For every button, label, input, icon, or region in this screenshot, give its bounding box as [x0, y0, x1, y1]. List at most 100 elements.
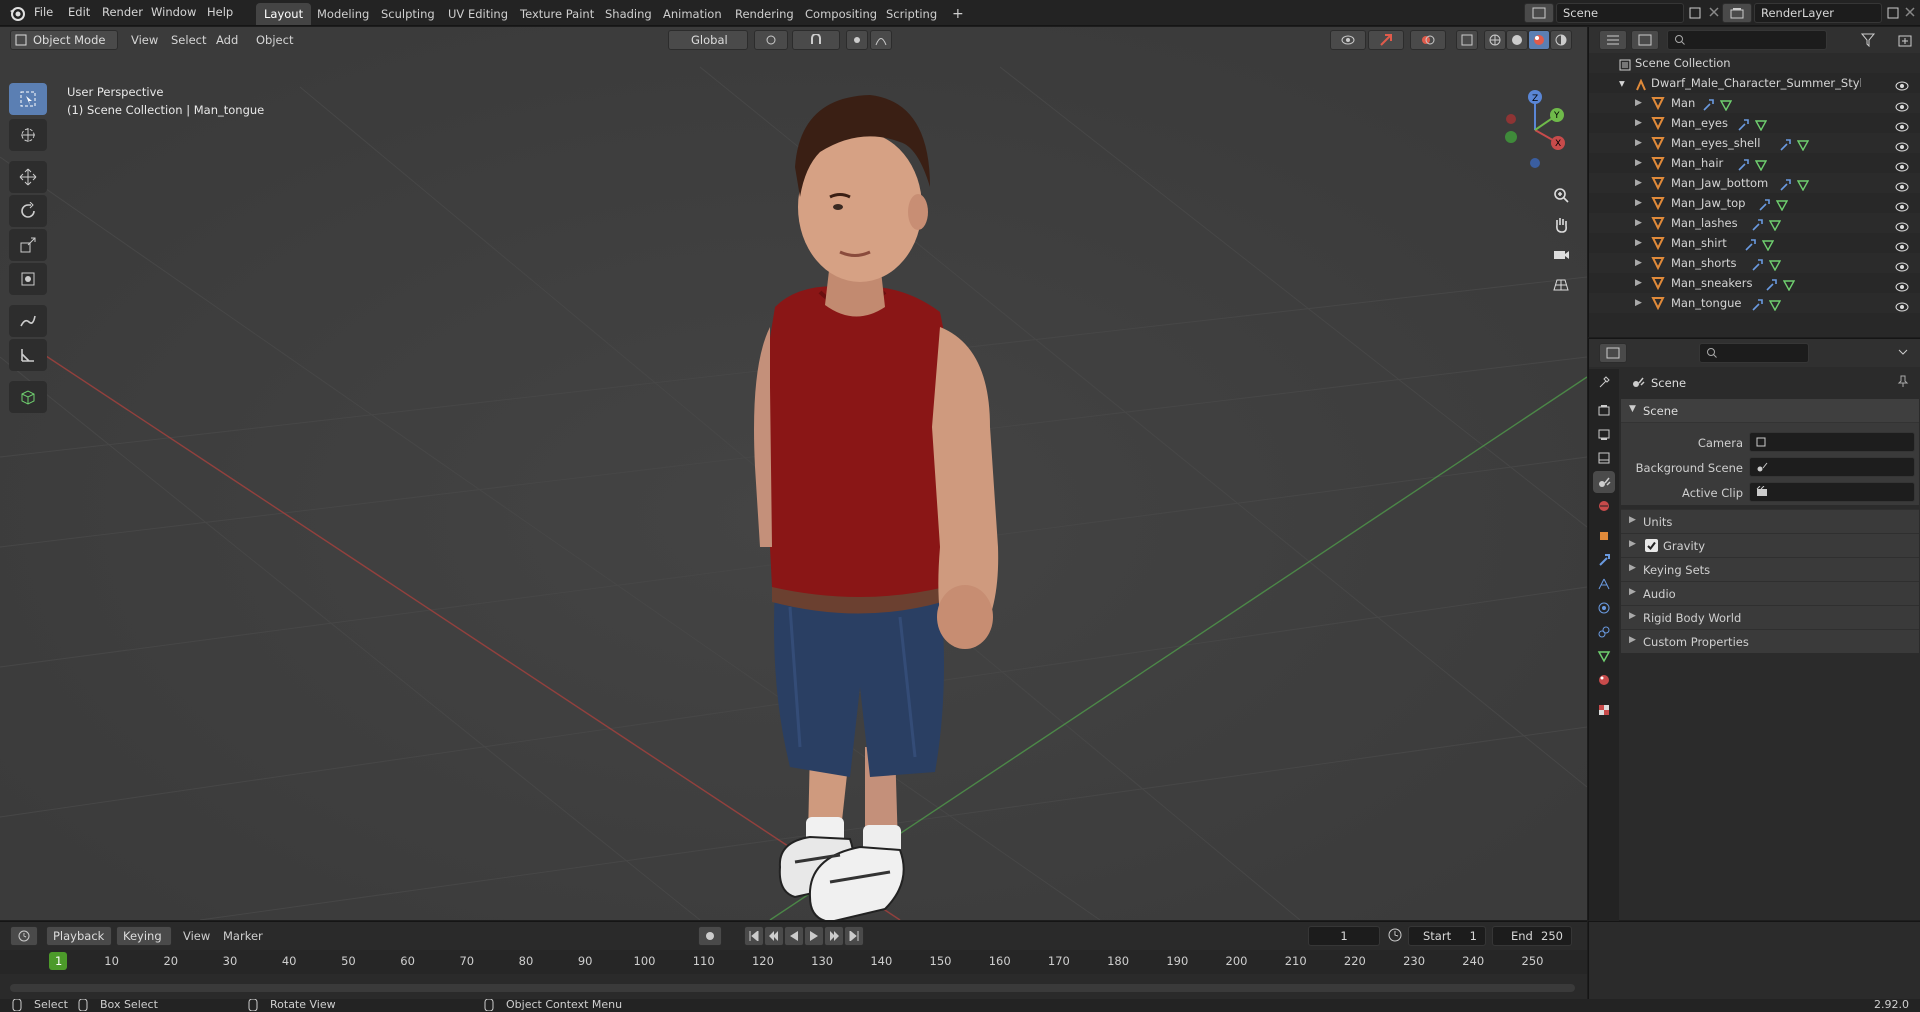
select-box-tool-icon[interactable] [9, 83, 47, 115]
subpanel-expand-arrow-icon[interactable]: ▶ [1629, 611, 1636, 621]
view-layer-tab-icon[interactable] [1593, 447, 1615, 469]
new-collection-icon[interactable] [1897, 32, 1913, 51]
delete-scene-icon[interactable] [1708, 6, 1720, 21]
menu-window[interactable]: Window [151, 5, 196, 19]
snap-icon[interactable] [792, 30, 840, 50]
keying-sets-subpanel[interactable]: Keying Sets [1621, 557, 1919, 581]
tab-texture-paint[interactable]: Texture Paint [512, 3, 602, 25]
render-tab-icon[interactable] [1593, 399, 1615, 421]
expand-arrow-icon[interactable]: ▶ [1635, 93, 1642, 113]
menu-file[interactable]: File [34, 5, 53, 19]
expand-arrow-icon[interactable]: ▶ [1635, 273, 1642, 293]
properties-options-chevron-icon[interactable] [1897, 346, 1909, 361]
tab-sculpting[interactable]: Sculpting [373, 3, 443, 25]
scene-panel-header[interactable]: Scene [1621, 399, 1919, 423]
rigid-body-world-subpanel[interactable]: Rigid Body World [1621, 605, 1919, 629]
outliner-item-man-jaw-bottom[interactable]: ▶ Man_Jaw_bottom [1589, 173, 1920, 193]
expand-arrow-icon[interactable]: ▶ [1635, 153, 1642, 173]
units-subpanel[interactable]: Units [1621, 509, 1919, 533]
outliner-item-man-tongue[interactable]: ▶ Man_tongue [1589, 293, 1920, 313]
preview-range-clock-icon[interactable] [1388, 928, 1402, 945]
transform-tool-icon[interactable] [9, 263, 47, 295]
tab-scripting[interactable]: Scripting [878, 3, 945, 25]
outliner-item-man-jaw-top[interactable]: ▶ Man_Jaw_top [1589, 193, 1920, 213]
properties-search-input[interactable] [1699, 343, 1809, 363]
show-overlays-icon[interactable] [1410, 30, 1446, 50]
zoom-view-icon[interactable] [1547, 181, 1575, 209]
background-scene-field[interactable] [1749, 457, 1915, 477]
outliner-item-man-eyes-shell[interactable]: ▶ Man_eyes_shell [1589, 133, 1920, 153]
keying-menu[interactable]: Keying [116, 926, 172, 946]
expand-arrow-icon[interactable]: ▶ [1635, 193, 1642, 213]
annotate-tool-icon[interactable] [9, 305, 47, 337]
expand-arrow-icon[interactable]: ▶ [1635, 213, 1642, 233]
expand-arrow-icon[interactable]: ▶ [1635, 233, 1642, 253]
particles-tab-icon[interactable] [1593, 573, 1615, 595]
outliner-search-input[interactable] [1667, 30, 1827, 50]
timeline-editor-type-icon[interactable] [10, 926, 38, 946]
tab-rendering[interactable]: Rendering [727, 3, 802, 25]
solid-shading-icon[interactable] [1506, 30, 1528, 50]
custom-properties-subpanel[interactable]: Custom Properties [1621, 629, 1919, 653]
scene-name-field[interactable]: Scene [1556, 3, 1684, 23]
delete-view-layer-icon[interactable] [1904, 6, 1916, 21]
viewport-menu-select[interactable]: Select [171, 33, 206, 47]
menu-edit[interactable]: Edit [68, 5, 90, 19]
menu-help[interactable]: Help [207, 5, 233, 19]
play-reverse-icon[interactable] [784, 926, 804, 946]
audio-subpanel[interactable]: Audio [1621, 581, 1919, 605]
scene-browse-icon[interactable] [1524, 3, 1554, 23]
expand-arrow-icon[interactable]: ▶ [1635, 133, 1642, 153]
proportional-editing-icon[interactable] [846, 30, 868, 50]
subpanel-expand-arrow-icon[interactable]: ▶ [1629, 587, 1636, 597]
xray-toggle-icon[interactable] [1456, 30, 1478, 50]
tool-tab-icon[interactable] [1593, 371, 1615, 393]
pivot-point-icon[interactable] [754, 30, 788, 50]
object-tab-icon[interactable] [1593, 525, 1615, 547]
next-keyframe-icon[interactable] [824, 926, 844, 946]
display-mode-icon[interactable] [1631, 30, 1659, 50]
editor-type-icon[interactable] [1599, 30, 1627, 50]
blender-logo-icon[interactable] [8, 4, 26, 25]
outliner-item-man-shirt[interactable]: ▶ Man_shirt [1589, 233, 1920, 253]
add-workspace-button[interactable]: + [944, 3, 972, 25]
tab-uv-editing[interactable]: UV Editing [440, 3, 516, 25]
frame-end-field[interactable]: End 250 [1492, 926, 1572, 946]
show-gizmo-icon[interactable] [1368, 30, 1404, 50]
menu-render[interactable]: Render [102, 5, 143, 19]
view-layer-field[interactable]: RenderLayer [1754, 3, 1882, 23]
new-view-layer-icon[interactable] [1886, 6, 1900, 23]
timeline-view-menu[interactable]: View [183, 929, 210, 943]
cursor-tool-icon[interactable] [9, 119, 47, 151]
scale-tool-icon[interactable] [9, 229, 47, 261]
viewport-menu-add[interactable]: Add [216, 33, 238, 47]
3d-viewport[interactable]: Object Mode View Select Add Object Globa… [0, 27, 1587, 920]
playback-menu[interactable]: Playback [46, 926, 112, 946]
modifier-wrench-icon[interactable] [1751, 297, 1763, 317]
tab-animation[interactable]: Animation [655, 3, 730, 25]
outliner-item-man-shorts[interactable]: ▶ Man_shorts [1589, 253, 1920, 273]
constraints-tab-icon[interactable] [1593, 621, 1615, 643]
rotate-tool-icon[interactable] [9, 195, 47, 227]
current-frame-field[interactable]: 1 [1308, 926, 1380, 946]
tab-compositing[interactable]: Compositing [797, 3, 885, 25]
subpanel-expand-arrow-icon[interactable]: ▶ [1629, 635, 1636, 645]
frame-start-field[interactable]: Start 1 [1408, 926, 1486, 946]
tab-layout[interactable]: Layout [256, 3, 312, 25]
gravity-subpanel[interactable]: Gravity [1621, 533, 1919, 557]
outliner-item-man-sneakers[interactable]: ▶ Man_sneakers [1589, 273, 1920, 293]
pin-icon[interactable] [1897, 375, 1909, 390]
expand-arrow-icon[interactable]: ▶ [1635, 173, 1642, 193]
material-tab-icon[interactable] [1593, 669, 1615, 691]
expand-arrow-icon[interactable]: ▶ [1635, 113, 1642, 133]
expand-arrow-icon[interactable]: ▶ [1635, 293, 1642, 313]
timeline-scrollbar[interactable] [10, 984, 1575, 992]
texture-tab-icon[interactable] [1593, 699, 1615, 721]
filter-icon[interactable] [1860, 33, 1877, 50]
character-model[interactable] [700, 47, 1020, 920]
active-clip-field[interactable] [1749, 482, 1915, 502]
mesh-data-icon[interactable] [1768, 297, 1782, 317]
visibility-selectability-icon[interactable] [1330, 30, 1366, 50]
physics-tab-icon[interactable] [1593, 597, 1615, 619]
properties-editor-type-icon[interactable] [1599, 343, 1627, 363]
